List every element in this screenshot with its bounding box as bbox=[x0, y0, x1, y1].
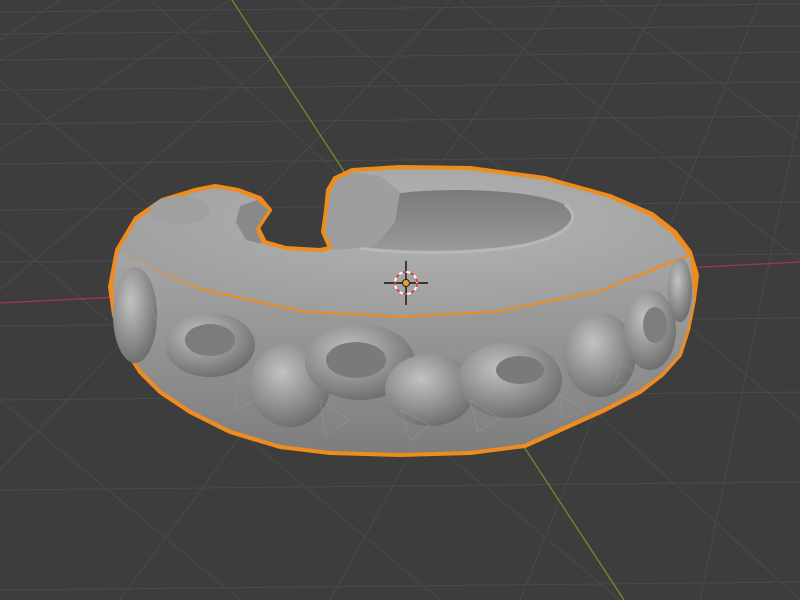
3d-viewport[interactable] bbox=[0, 0, 800, 600]
object-origin-dot bbox=[402, 279, 410, 287]
